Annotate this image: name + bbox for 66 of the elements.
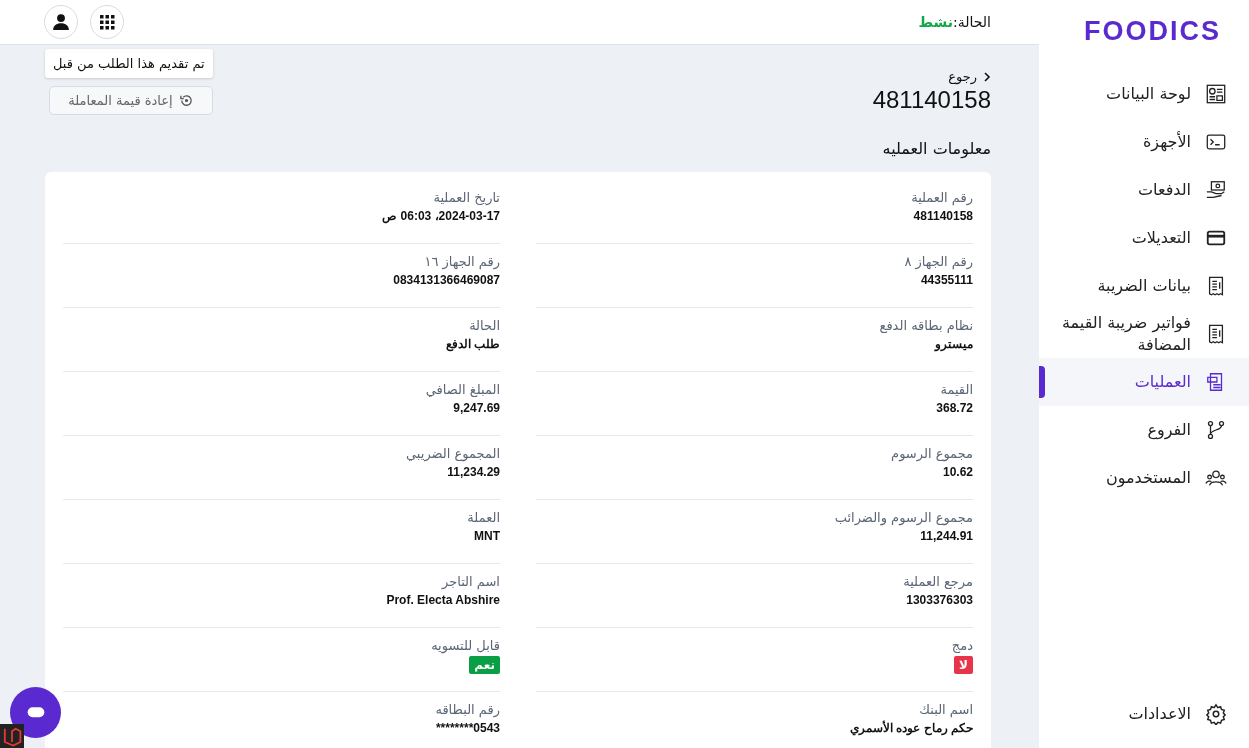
sidebar-item[interactable]: التعديلات <box>1039 214 1249 262</box>
reset-icon <box>178 93 194 108</box>
field-value: 44355111 <box>919 273 973 287</box>
field-value: حكم رماح عوده الأسمري <box>849 721 973 735</box>
back-link[interactable]: رجوع <box>872 69 991 84</box>
settings-icon <box>1205 703 1227 725</box>
field-value: ميسترو <box>933 337 973 351</box>
field-label: دمج <box>950 638 973 653</box>
field-label: رقم البطاقه <box>434 702 500 717</box>
field-label: اسم البنك <box>918 702 973 717</box>
sidebar-item[interactable]: الأجهزة <box>1039 118 1249 166</box>
field-value: 11,234.29 <box>446 465 500 479</box>
field-label: نظام بطاقه الدفع <box>878 318 973 333</box>
field-label: رقم الجهاز ١٦ <box>423 254 500 269</box>
page-title: 481140158 <box>872 86 991 114</box>
branch-icon <box>1205 419 1227 441</box>
user-icon <box>52 13 70 31</box>
terminal-icon <box>1205 131 1227 153</box>
field-value: Prof. Electa Abshire <box>385 593 500 607</box>
field-label: مجموع الرسوم <box>890 446 973 461</box>
field-value: ********0543 <box>434 721 500 735</box>
field-label: المبلغ الصافي <box>424 382 500 397</box>
tooltip: تم تقديم هذا الطلب من قبل <box>45 49 213 78</box>
sidebar-item[interactable]: العمليات <box>1039 358 1249 406</box>
cash-hand-icon <box>1205 179 1227 201</box>
field-label: المجموع الضريبي <box>405 446 500 461</box>
reset-button[interactable]: إعادة قيمة المعاملة <box>49 86 213 115</box>
sidebar-item[interactable]: بيانات الضريبة <box>1039 262 1249 310</box>
sidebar-item[interactable]: المستخدمون <box>1039 454 1249 502</box>
field-label: الحالة <box>468 318 500 333</box>
settings-link[interactable]: الاعدادات <box>1039 690 1249 738</box>
status-value: نشط <box>918 14 954 30</box>
field-label: رقم الجهاز ٨ <box>903 254 973 269</box>
field-label: مجموع الرسوم والضرائب <box>833 510 973 525</box>
field-value: 2024-03-17، 06:03 ص <box>381 209 500 223</box>
field-label: العملة <box>466 510 500 525</box>
field-label: تاريخ العملية <box>432 190 500 205</box>
field-value: 11,244.91 <box>919 529 973 543</box>
field-label: مرجع العملية <box>902 574 973 589</box>
debug-bar-icon <box>0 724 24 748</box>
chevron-icon <box>983 71 991 82</box>
field-value: 368.72 <box>935 401 973 415</box>
field-value: 1303376303 <box>905 593 973 607</box>
status-badge: لا <box>954 656 973 674</box>
status-badge: نعم <box>469 656 500 674</box>
dashboard-icon <box>1205 83 1227 105</box>
brand-logo: FOODICS <box>1083 15 1222 48</box>
section-title: معلومات العمليه <box>881 139 991 158</box>
field-value: MNT <box>473 529 500 543</box>
grid-icon <box>99 14 115 30</box>
apps-button[interactable] <box>90 5 124 39</box>
profile-button[interactable] <box>44 5 78 39</box>
field-label: القيمة <box>939 382 973 397</box>
sidebar-item[interactable]: فواتير ضريبة القيمة المضافة <box>1039 310 1249 358</box>
field-value: 9,247.69 <box>452 401 500 415</box>
field-label: اسم التاجر <box>440 574 500 589</box>
field-value: 0834131366469087 <box>392 273 500 287</box>
field-value: طلب الدفع <box>444 337 500 351</box>
sidebar-item[interactable]: الفروع <box>1039 406 1249 454</box>
field-value: 481140158 <box>912 209 973 223</box>
status-label: الحالة: <box>953 14 991 30</box>
sidebar-item[interactable]: الدفعات <box>1039 166 1249 214</box>
sidebar-item[interactable]: لوحة البيانات <box>1039 70 1249 118</box>
field-label: رقم العملية <box>910 190 973 205</box>
field-value: 10.62 <box>941 465 973 479</box>
field-label: قابل للتسويه <box>430 638 500 653</box>
